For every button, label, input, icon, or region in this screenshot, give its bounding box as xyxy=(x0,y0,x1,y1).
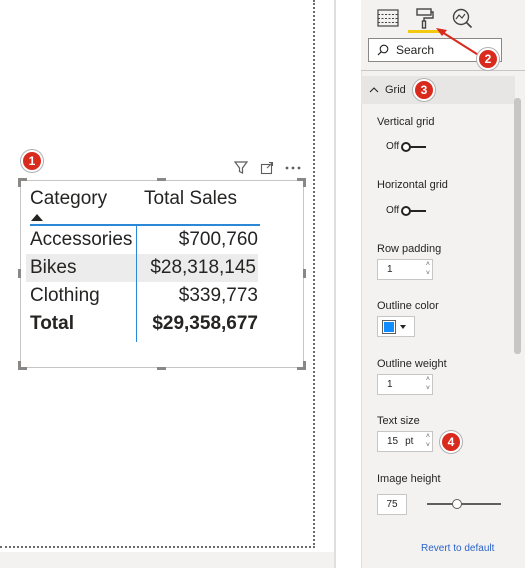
resize-handle[interactable] xyxy=(18,269,21,278)
sort-ascending-icon xyxy=(31,214,43,221)
callout-badge-1: 1 xyxy=(21,150,43,172)
vertical-grid-label: Vertical grid xyxy=(377,116,435,128)
search-icon xyxy=(377,44,389,56)
data-table: Category Total Sales Accessories $700,76… xyxy=(26,186,260,338)
spin-buttons[interactable]: ˄ ˅ xyxy=(426,433,430,450)
revert-to-default-link[interactable]: Revert to default xyxy=(421,543,494,554)
table-cell: $700,760 xyxy=(178,229,258,250)
callout-badge-2: 2 xyxy=(477,48,499,70)
spin-buttons[interactable]: ˄ ˅ xyxy=(426,376,430,393)
resize-handle[interactable] xyxy=(18,361,21,370)
text-size-stepper[interactable]: 15 pt ˄ ˅ xyxy=(377,431,433,452)
vertical-grid-line xyxy=(136,226,137,342)
table-row[interactable]: Accessories $700,760 xyxy=(30,226,260,254)
toggle-state: Off xyxy=(386,205,400,216)
table-row[interactable]: Bikes $28,318,145 xyxy=(26,254,258,282)
chevron-up-icon xyxy=(369,87,379,93)
text-size-value: 15 xyxy=(387,436,399,447)
table-cell: Clothing xyxy=(30,285,100,306)
pane-scrollbar[interactable] xyxy=(514,98,521,354)
spin-buttons[interactable]: ˄ ˅ xyxy=(426,261,430,278)
resize-handle[interactable] xyxy=(303,178,306,187)
grid-section-header[interactable]: Grid xyxy=(361,76,515,104)
resize-handle[interactable] xyxy=(157,178,166,181)
row-padding-label: Row padding xyxy=(377,243,442,255)
filter-icon[interactable] xyxy=(232,160,250,176)
outline-weight-label: Outline weight xyxy=(377,358,447,370)
focus-mode-icon[interactable] xyxy=(258,160,276,176)
outline-weight-stepper[interactable]: 1 ˄ ˅ xyxy=(377,374,433,395)
fields-tab-icon[interactable] xyxy=(376,6,400,30)
resize-handle[interactable] xyxy=(18,178,21,187)
text-size-unit: pt xyxy=(405,436,414,447)
table-total-value: $29,358,677 xyxy=(152,313,258,334)
row-padding-stepper[interactable]: 1 ˄ ˅ xyxy=(377,259,433,280)
table-cell: Accessories xyxy=(30,229,133,250)
chevron-down-icon xyxy=(400,324,406,329)
image-height-slider[interactable] xyxy=(427,503,501,505)
visual-header xyxy=(232,160,302,176)
image-height-label: Image height xyxy=(377,473,441,485)
resize-handle[interactable] xyxy=(303,361,306,370)
canvas-boundary-right xyxy=(313,0,315,548)
text-size-label: Text size xyxy=(377,415,420,427)
outline-weight-value: 1 xyxy=(387,379,393,390)
table-row[interactable]: Clothing $339,773 xyxy=(30,282,260,310)
canvas-footer-strip xyxy=(0,552,334,568)
color-swatch xyxy=(382,319,396,334)
table-cell: $339,773 xyxy=(178,285,258,306)
callout-badge-4: 4 xyxy=(440,431,462,453)
table-cell: Bikes xyxy=(30,257,77,278)
resize-handle[interactable] xyxy=(157,367,166,370)
callout-badge-3: 3 xyxy=(413,79,435,101)
horizontal-grid-toggle[interactable]: Off xyxy=(386,205,427,216)
grid-section-title: Grid xyxy=(385,84,406,96)
row-padding-value: 1 xyxy=(387,264,393,275)
search-placeholder: Search xyxy=(396,43,435,57)
more-options-icon[interactable] xyxy=(284,160,302,176)
column-header-category[interactable]: Category xyxy=(30,186,138,224)
outline-color-label: Outline color xyxy=(377,300,439,312)
resize-handle[interactable] xyxy=(303,269,306,278)
table-cell: $28,318,145 xyxy=(150,257,256,278)
outline-color-picker[interactable] xyxy=(377,316,415,337)
table-header-row: Category Total Sales xyxy=(30,186,260,226)
slider-thumb[interactable] xyxy=(452,499,462,509)
image-height-value: 75 xyxy=(386,499,398,510)
pane-divider[interactable] xyxy=(334,0,336,568)
column-header-total-sales[interactable]: Total Sales xyxy=(138,186,260,224)
pane-separator xyxy=(361,70,525,71)
canvas-boundary-bottom xyxy=(0,546,315,548)
horizontal-grid-label: Horizontal grid xyxy=(377,179,448,191)
toggle-state: Off xyxy=(386,141,400,152)
table-total-label: Total xyxy=(30,313,74,334)
table-total-row: Total $29,358,677 xyxy=(30,310,260,338)
image-height-input[interactable]: 75 xyxy=(377,494,407,515)
vertical-grid-toggle[interactable]: Off xyxy=(386,141,427,152)
